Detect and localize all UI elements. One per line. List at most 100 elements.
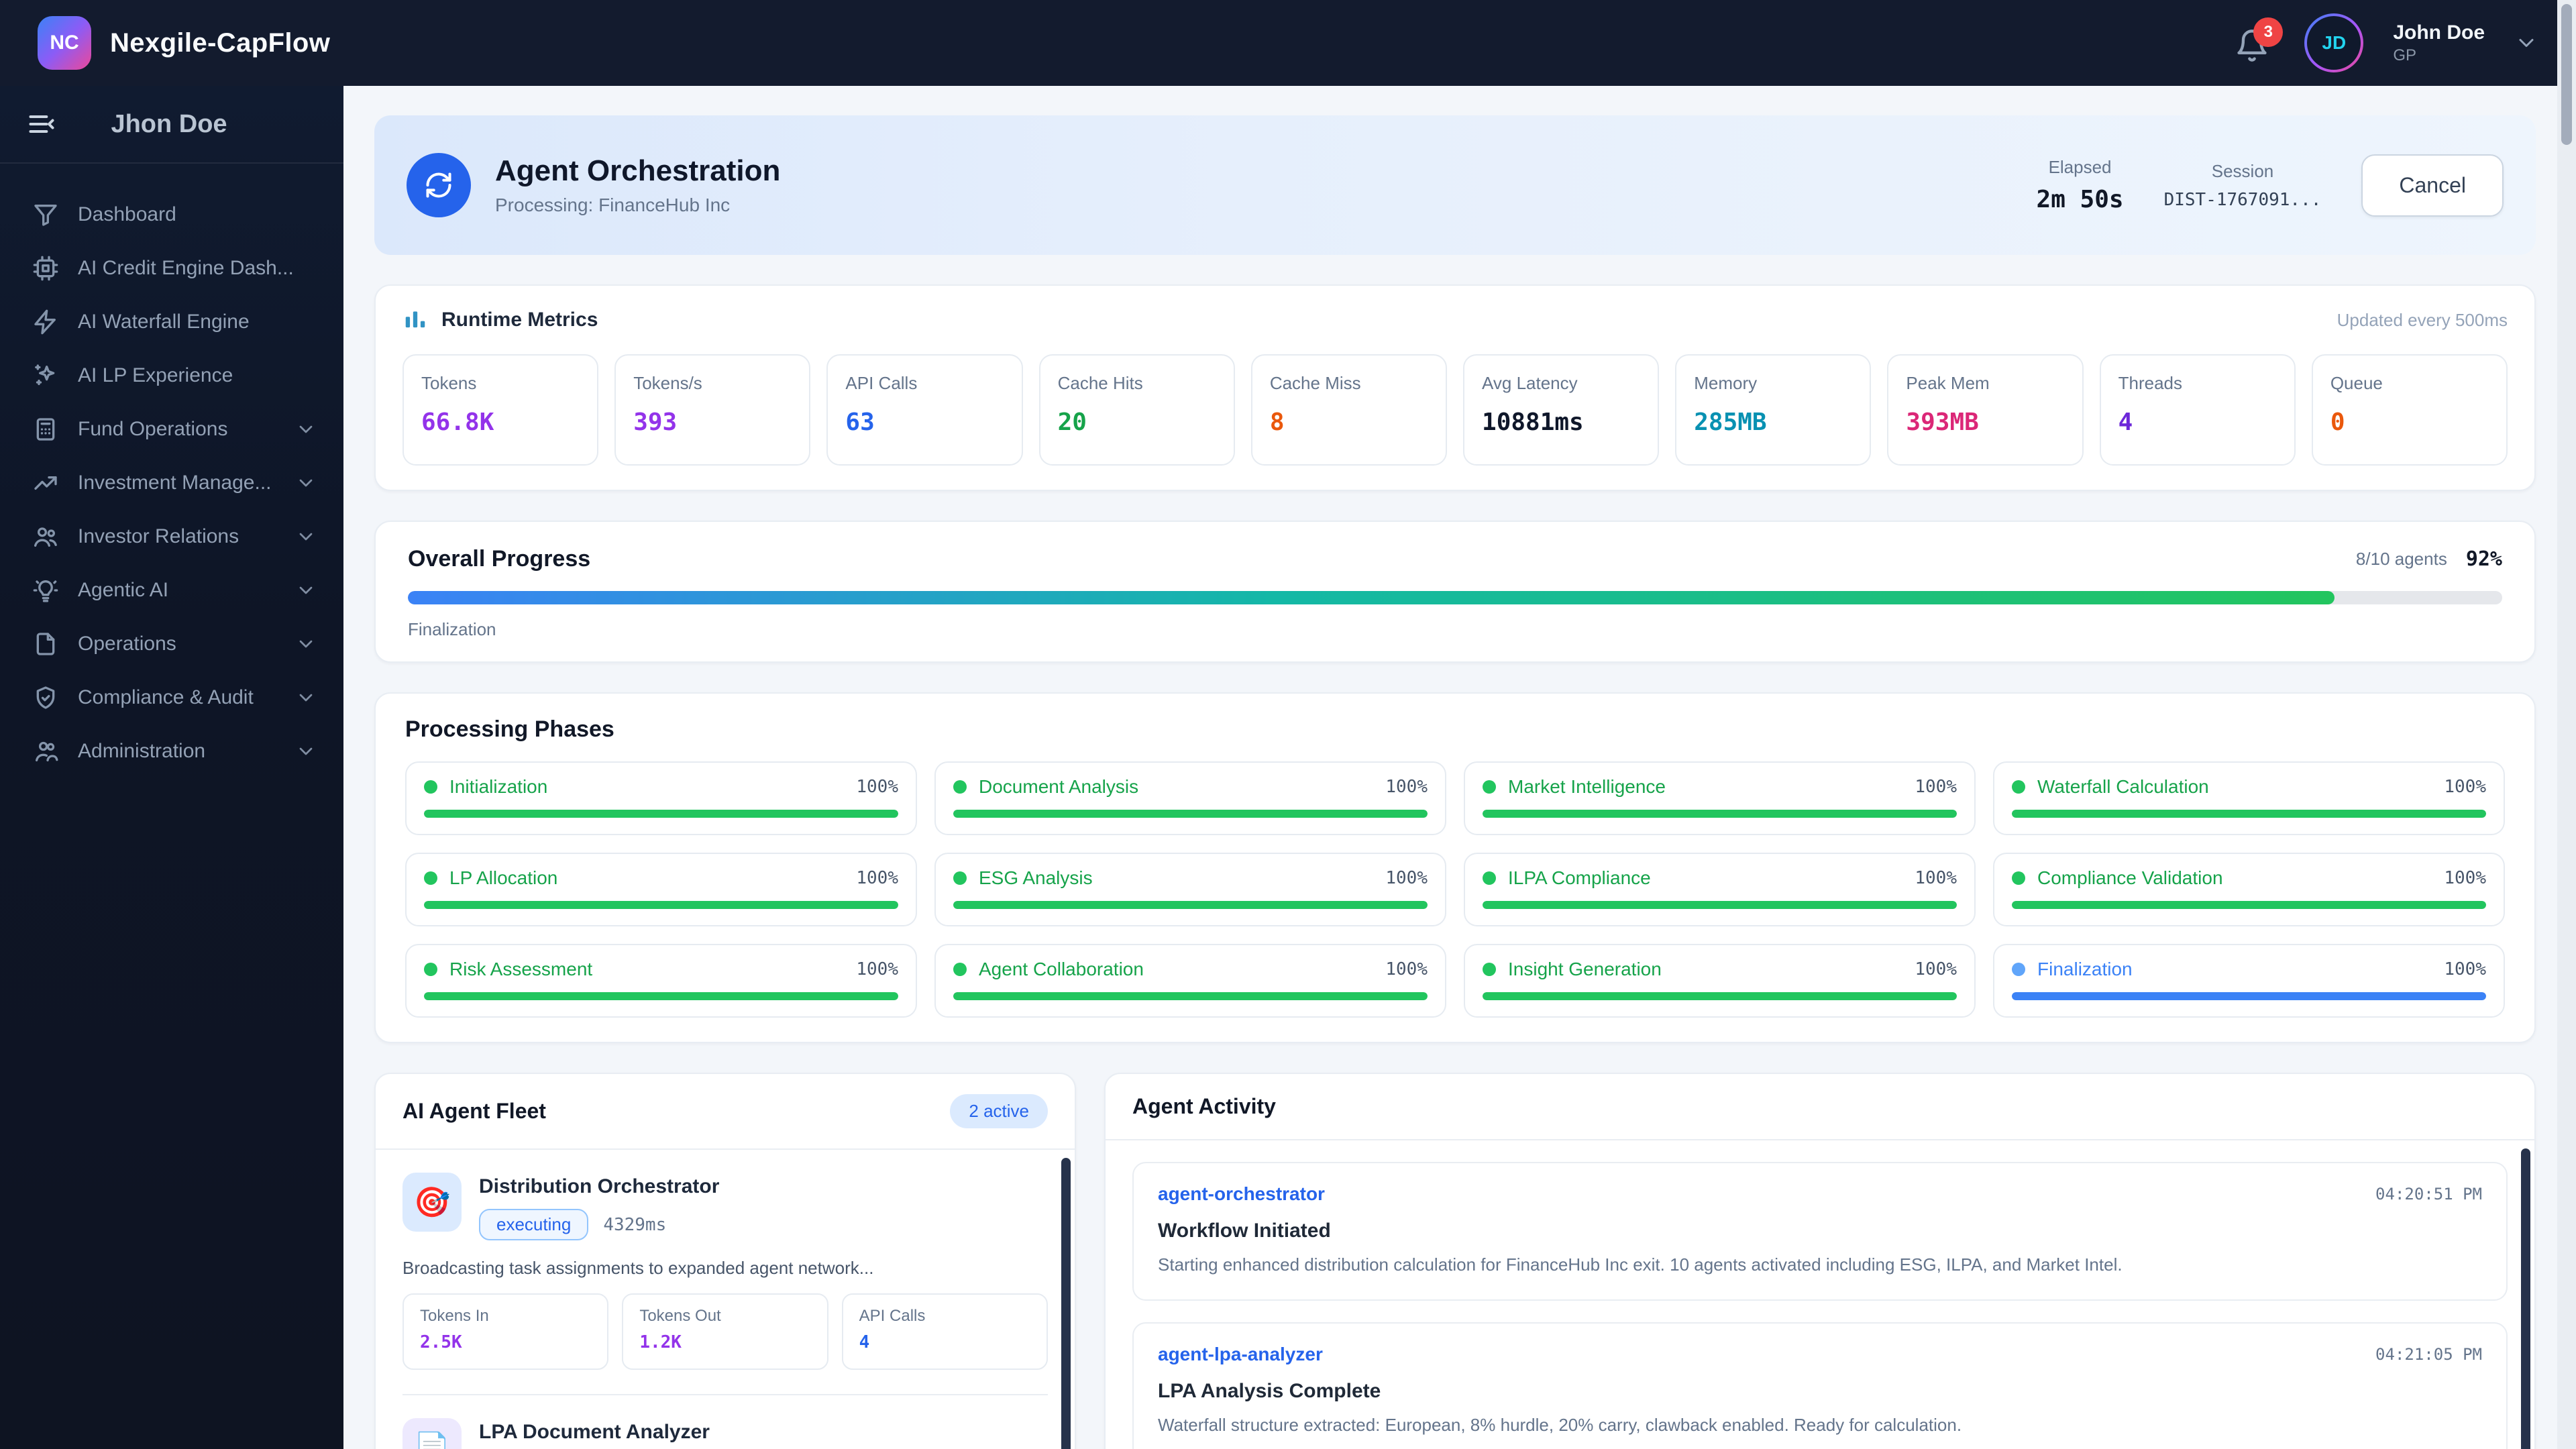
sidebar-item-label: Investment Manage... bbox=[78, 472, 272, 494]
phase-percent: 100% bbox=[2444, 959, 2486, 979]
phase-card-insight-generation: Insight Generation 100% bbox=[1464, 944, 1976, 1018]
stat-label: Tokens Out bbox=[639, 1307, 721, 1325]
metric-card-avg-latency: Avg Latency 10881ms bbox=[1463, 354, 1660, 466]
phase-status-dot bbox=[2012, 871, 2025, 885]
avatar[interactable]: JD bbox=[2304, 13, 2364, 72]
phase-percent: 100% bbox=[1915, 959, 1957, 979]
activity-list: agent-orchestrator 04:20:51 PM Workflow … bbox=[1106, 1140, 2534, 1449]
activity-timestamp: 04:20:51 PM bbox=[2375, 1185, 2482, 1203]
phase-card-esg-analysis: ESG Analysis 100% bbox=[934, 853, 1446, 926]
user-menu[interactable]: John Doe GP bbox=[2393, 20, 2485, 66]
sidebar-item-agentic-ai[interactable]: Agentic AI bbox=[0, 564, 343, 617]
app-logo: NC bbox=[38, 16, 91, 70]
sidebar-item-fund-operations[interactable]: Fund Operations bbox=[0, 402, 343, 456]
phase-label: Market Intelligence bbox=[1508, 776, 1666, 797]
sidebar-item-dashboard[interactable]: Dashboard bbox=[0, 188, 343, 241]
phase-status-dot bbox=[1483, 871, 1496, 885]
session-id: DIST-1767091... bbox=[2163, 189, 2322, 210]
metric-label: Tokens/s bbox=[633, 373, 702, 393]
metric-card-tokens-per-s: Tokens/s 393 bbox=[614, 354, 811, 466]
overall-progress-track bbox=[408, 591, 2502, 604]
sidebar-nav: Dashboard AI Credit Engine Dash... AI Wa… bbox=[0, 164, 343, 802]
page-scrollbar[interactable] bbox=[2557, 0, 2576, 1449]
overall-progress-percent: 92% bbox=[2465, 547, 2502, 571]
metric-value: 4 bbox=[2118, 409, 2133, 436]
metric-label: Threads bbox=[2118, 373, 2183, 393]
metrics-updated-text: Updated every 500ms bbox=[2337, 309, 2508, 330]
stat-value: 4 bbox=[859, 1332, 870, 1352]
active-agents-badge: 2 active bbox=[950, 1094, 1048, 1128]
metric-label: Queue bbox=[2330, 373, 2383, 393]
phase-progress-track bbox=[953, 901, 1428, 909]
sidebar-item-operations[interactable]: Operations bbox=[0, 617, 343, 671]
sidebar-item-label: Investor Relations bbox=[78, 525, 239, 547]
sidebar-item-ai-credit-engine[interactable]: AI Credit Engine Dash... bbox=[0, 241, 343, 295]
user-role: GP bbox=[2393, 46, 2417, 64]
sidebar-item-ai-waterfall-engine[interactable]: AI Waterfall Engine bbox=[0, 295, 343, 349]
metric-label: Cache Miss bbox=[1269, 373, 1361, 393]
phase-label: Waterfall Calculation bbox=[2037, 776, 2209, 797]
phase-progress-fill bbox=[1483, 992, 1957, 1000]
activity-event-description: Starting enhanced distribution calculati… bbox=[1158, 1254, 2123, 1275]
phase-label: Risk Assessment bbox=[449, 959, 593, 979]
processing-subtitle: Processing: FinanceHub Inc bbox=[495, 195, 731, 215]
metric-value: 66.8K bbox=[421, 409, 494, 436]
metrics-row: Tokens 66.8K Tokens/s 393 API Calls 63 Cach… bbox=[402, 354, 2508, 466]
notifications-button[interactable]: 3 bbox=[2235, 17, 2284, 63]
overall-progress-fill bbox=[408, 591, 2335, 604]
lightbulb-icon bbox=[33, 580, 58, 602]
top-header: NC Nexgile-CapFlow 3 JD John Doe GP bbox=[0, 0, 2576, 86]
agent-name: LPA Document Analyzer bbox=[479, 1421, 710, 1443]
chevron-down-icon bbox=[299, 747, 313, 755]
stat-tokens-out: Tokens Out 1.2K bbox=[622, 1293, 828, 1370]
avatar-initials: JD bbox=[2322, 32, 2347, 53]
page-scrollbar-thumb[interactable] bbox=[2561, 4, 2572, 145]
agents-count: 8/10 agents bbox=[2355, 549, 2447, 569]
current-phase-text: Finalization bbox=[408, 619, 496, 639]
chevron-down-icon[interactable] bbox=[2514, 31, 2538, 55]
sidebar-item-administration[interactable]: Administration bbox=[0, 724, 343, 778]
phase-status-dot bbox=[424, 963, 437, 976]
metric-value: 10881ms bbox=[1482, 409, 1584, 436]
metric-label: Peak Mem bbox=[1906, 373, 1990, 393]
phase-progress-fill bbox=[953, 992, 1428, 1000]
cancel-button[interactable]: Cancel bbox=[2361, 154, 2504, 217]
shield-check-icon bbox=[36, 686, 55, 709]
phase-card-ilpa-compliance: ILPA Compliance 100% bbox=[1464, 853, 1976, 926]
sidebar-item-label: Administration bbox=[78, 740, 206, 762]
page-title: Agent Orchestration bbox=[495, 154, 781, 187]
file-icon bbox=[36, 633, 55, 655]
activity-scrollbar-thumb[interactable] bbox=[2521, 1148, 2530, 1449]
phase-percent: 100% bbox=[856, 777, 898, 797]
fleet-title: AI Agent Fleet bbox=[402, 1099, 546, 1123]
phase-status-dot bbox=[424, 780, 437, 794]
sidebar-item-ai-lp-experience[interactable]: AI LP Experience bbox=[0, 349, 343, 402]
sidebar-item-investment-management[interactable]: Investment Manage... bbox=[0, 456, 343, 510]
phase-progress-fill bbox=[1483, 810, 1957, 818]
phase-progress-track bbox=[2012, 810, 2486, 818]
metric-card-tokens: Tokens 66.8K bbox=[402, 354, 599, 466]
phase-card-finalization: Finalization 100% bbox=[1993, 944, 2505, 1018]
cpu-icon bbox=[33, 256, 58, 281]
fleet-scrollbar-thumb[interactable] bbox=[1061, 1158, 1071, 1449]
elapsed-block: Elapsed 2m 50s bbox=[2037, 157, 2124, 213]
sidebar-collapse-icon[interactable] bbox=[27, 109, 56, 139]
phase-label: Agent Collaboration bbox=[979, 959, 1144, 979]
users-icon bbox=[34, 527, 57, 547]
sidebar-item-compliance-audit[interactable]: Compliance & Audit bbox=[0, 671, 343, 724]
phase-status-dot bbox=[953, 780, 967, 794]
sidebar-item-investor-relations[interactable]: Investor Relations bbox=[0, 510, 343, 564]
session-block: Session DIST-1767091... bbox=[2164, 161, 2322, 210]
sidebar-item-label: AI Credit Engine Dash... bbox=[78, 257, 294, 279]
elapsed-value: 2m 50s bbox=[2036, 186, 2124, 213]
phase-card-waterfall-calculation: Waterfall Calculation 100% bbox=[1993, 761, 2505, 835]
sidebar: Jhon Doe Dashboard AI Credit Engine Dash… bbox=[0, 86, 343, 1449]
phase-progress-fill bbox=[424, 992, 898, 1000]
metric-value: 0 bbox=[2330, 409, 2345, 436]
phase-label: Document Analysis bbox=[979, 776, 1139, 797]
stat-label: API Calls bbox=[859, 1307, 926, 1325]
phase-percent: 100% bbox=[2444, 777, 2486, 797]
activity-event-title: LPA Analysis Complete bbox=[1158, 1380, 1381, 1403]
phase-percent: 100% bbox=[2444, 868, 2486, 888]
sidebar-item-label: Dashboard bbox=[78, 203, 176, 225]
